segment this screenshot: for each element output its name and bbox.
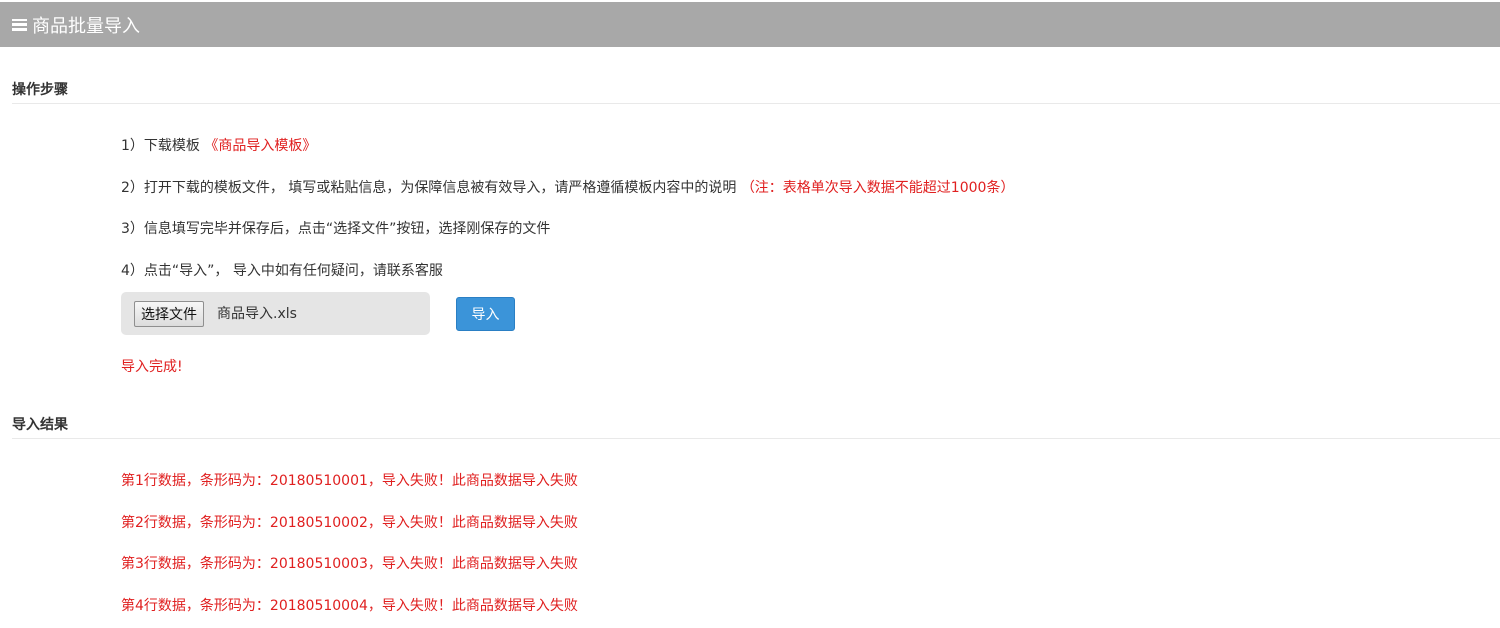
step-1: 1）下载模板 《商品导入模板》 (121, 135, 316, 155)
results-heading: 导入结果 (12, 417, 68, 433)
page-title-bar: 商品批量导入 (0, 2, 1500, 47)
step-3: 3）信息填写完毕并保存后，点击“选择文件”按钮，选择刚保存的文件 (121, 218, 550, 238)
result-row: 第2行数据，条形码为：20180510002，导入失败！此商品数据导入失败 (121, 515, 578, 531)
selected-file-name: 商品导入.xls (217, 306, 297, 322)
results-divider (12, 438, 1500, 439)
result-row: 第1行数据，条形码为：20180510001，导入失败！此商品数据导入失败 (121, 473, 578, 489)
template-download-link[interactable]: 《商品导入模板》 (204, 138, 316, 154)
steps-divider (12, 103, 1500, 104)
step-4-text: 4）点击“导入”， 导入中如有任何疑问，请联系客服 (121, 263, 443, 279)
page-title: 商品批量导入 (32, 15, 140, 37)
step-2-text: 2）打开下载的模板文件， 填写或粘贴信息，为保障信息被有效导入，请严格遵循模板内… (121, 180, 741, 196)
steps-heading: 操作步骤 (12, 82, 68, 98)
choose-file-button[interactable]: 选择文件 (134, 301, 204, 327)
step-2-note: （注：表格单次导入数据不能超过1000条） (740, 180, 1015, 196)
step-3-text: 3）信息填写完毕并保存后，点击“选择文件”按钮，选择刚保存的文件 (121, 221, 551, 237)
hamburger-icon (12, 18, 27, 31)
import-status-message: 导入完成! (121, 359, 183, 375)
step-1-text: 1）下载模板 (121, 138, 205, 154)
step-2: 2）打开下载的模板文件， 填写或粘贴信息，为保障信息被有效导入，请严格遵循模板内… (121, 177, 1014, 197)
step-4: 4）点击“导入”， 导入中如有任何疑问，请联系客服 (121, 260, 443, 280)
file-upload-box: 选择文件 商品导入.xls (121, 292, 430, 335)
result-row: 第3行数据，条形码为：20180510003，导入失败！此商品数据导入失败 (121, 556, 578, 572)
import-button[interactable]: 导入 (456, 297, 515, 331)
result-row: 第4行数据，条形码为：20180510004，导入失败！此商品数据导入失败 (121, 598, 578, 614)
